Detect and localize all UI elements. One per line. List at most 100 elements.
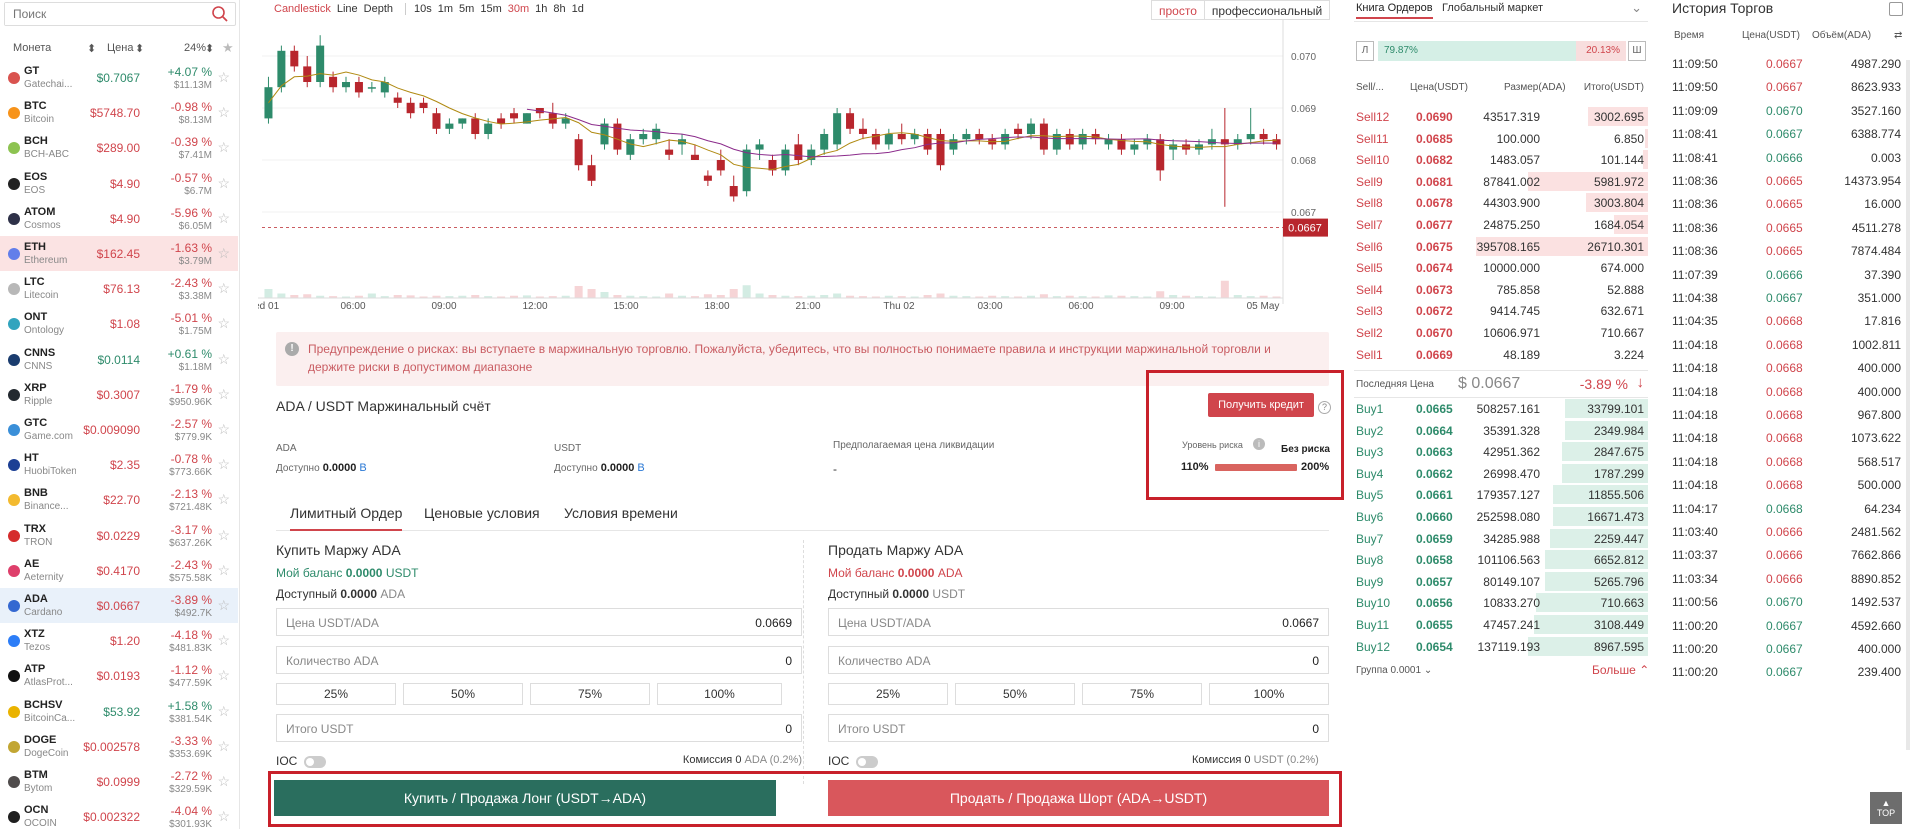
buy-pct-75[interactable]: 75%: [530, 683, 650, 705]
search-input[interactable]: [5, 3, 205, 25]
buy-row[interactable]: Buy8 0.0658 101106.563 6652.812: [1354, 549, 1648, 571]
sell-row[interactable]: Sell7 0.0677 24875.250 1684.054: [1354, 214, 1648, 236]
chart-tab[interactable]: 15m: [480, 3, 501, 15]
sell-row[interactable]: Sell6 0.0675 395708.165 26710.301: [1354, 236, 1648, 258]
info-icon[interactable]: i: [1253, 438, 1265, 450]
tab-global-market[interactable]: Глобальный маркет: [1442, 2, 1543, 14]
star-icon[interactable]: ☆: [217, 738, 230, 755]
star-icon[interactable]: ☆: [217, 562, 230, 579]
star-icon[interactable]: ☆: [217, 139, 230, 156]
chart-tab[interactable]: Line: [337, 3, 358, 15]
buy-row[interactable]: Buy1 0.0665 508257.161 33799.101: [1354, 398, 1648, 420]
market-row[interactable]: EOS EOS $4.90 -0.57 % $6.7M ☆: [0, 166, 238, 201]
star-icon[interactable]: ☆: [217, 421, 230, 438]
sell-pct-100[interactable]: 100%: [1209, 683, 1329, 705]
sell-ioc-toggle[interactable]: [856, 756, 878, 768]
star-icon[interactable]: ☆: [217, 175, 230, 192]
sell-qty-input[interactable]: Количество ADA 0: [828, 646, 1329, 674]
buy-row[interactable]: Buy12 0.0654 137119.193 8967.595: [1354, 636, 1648, 658]
sell-pct-50[interactable]: 50%: [955, 683, 1075, 705]
col-price-sort-icon[interactable]: ⬍: [135, 42, 144, 55]
chart-tab[interactable]: 8h: [553, 3, 565, 15]
buy-row[interactable]: Buy3 0.0663 42951.362 2847.675: [1354, 441, 1648, 463]
chart-tab[interactable]: 1m: [438, 3, 453, 15]
col-change[interactable]: 24%: [184, 42, 206, 54]
chart-tab[interactable]: 30m: [508, 3, 529, 15]
chart-tab[interactable]: Candlestick: [274, 3, 331, 15]
back-to-top-button[interactable]: ▲ TOP: [1870, 792, 1902, 824]
sell-total-input[interactable]: Итого USDT 0: [828, 714, 1329, 742]
market-row[interactable]: TRX TRON $0.0229 -3.17 % $637.26K ☆: [0, 518, 238, 553]
tab-orderbook[interactable]: Книга Ордеров: [1356, 2, 1433, 19]
star-icon[interactable]: ☆: [217, 456, 230, 473]
buy-row[interactable]: Buy5 0.0661 179357.127 11855.506: [1354, 484, 1648, 506]
price-chart[interactable]: 0.0700.0690.0680.067800k600k400k200k0Объ…: [258, 20, 1328, 320]
market-row[interactable]: BTM Bytom $0.0999 -2.72 % $329.59K ☆: [0, 764, 238, 799]
market-row[interactable]: ONT Ontology $1.08 -5.01 % $1.75M ☆: [0, 306, 238, 341]
sell-row[interactable]: Sell12 0.0690 43517.319 3002.695: [1354, 106, 1648, 128]
star-icon[interactable]: ☆: [217, 104, 230, 121]
buy-row[interactable]: Buy4 0.0662 26998.470 1787.299: [1354, 463, 1648, 485]
sell-row[interactable]: Sell8 0.0678 44303.900 3003.804: [1354, 192, 1648, 214]
buy-pct-100[interactable]: 100%: [657, 683, 782, 705]
market-row[interactable]: LTC Litecoin $76.13 -2.43 % $3.38M ☆: [0, 271, 238, 306]
market-row[interactable]: CNNS CNNS $0.0114 +0.61 % $1.18M ☆: [0, 342, 238, 377]
buy-row[interactable]: Buy9 0.0657 80149.107 5265.796: [1354, 571, 1648, 593]
buy-pct-50[interactable]: 50%: [403, 683, 523, 705]
star-icon[interactable]: ☆: [217, 69, 230, 86]
market-row[interactable]: GT Gatechai... $0.7067 +4.07 % $11.13M ☆: [0, 60, 238, 95]
sell-row[interactable]: Sell2 0.0670 10606.971 710.667: [1354, 322, 1648, 344]
sell-row[interactable]: Sell10 0.0682 1483.057 101.144: [1354, 149, 1648, 171]
more-link[interactable]: Больше ⌃: [1592, 663, 1649, 677]
sell-short-button[interactable]: Продать / Продажа Шорт (ADA→USDT): [828, 780, 1329, 816]
star-icon[interactable]: ☆: [217, 773, 230, 790]
sell-row[interactable]: Sell4 0.0673 785.858 52.888: [1354, 279, 1648, 301]
market-row[interactable]: ADA Cardano $0.0667 -3.89 % $492.7K ☆: [0, 588, 238, 623]
market-row[interactable]: BCH BCH-ABC $289.00 -0.39 % $7.41M ☆: [0, 130, 238, 165]
chart-tab[interactable]: 1d: [572, 3, 584, 15]
sell-pct-75[interactable]: 75%: [1082, 683, 1202, 705]
buy-pct-25[interactable]: 25%: [276, 683, 396, 705]
tab-time-conditions[interactable]: Условия времени: [564, 505, 678, 529]
tab-pro[interactable]: профессиональный: [1205, 1, 1329, 19]
buy-row[interactable]: Buy6 0.0660 252598.080 16671.473: [1354, 506, 1648, 528]
market-row[interactable]: DOGE DogeCoin $0.002578 -3.33 % $353.69K ☆: [0, 729, 238, 764]
market-row[interactable]: XTZ Tezos $1.20 -4.18 % $481.83K ☆: [0, 623, 238, 658]
filter-icon[interactable]: ⇄: [1894, 30, 1902, 41]
market-row[interactable]: ATP AtlasProt... $0.0193 -1.12 % $477.59K ☆: [0, 658, 238, 693]
market-row[interactable]: XRP Ripple $0.3007 -1.79 % $950.96K ☆: [0, 377, 238, 412]
buy-row[interactable]: Buy11 0.0655 47457.241 3108.449: [1354, 614, 1648, 636]
star-icon[interactable]: ☆: [217, 491, 230, 508]
market-row[interactable]: BNB Binance... $22.70 -2.13 % $721.48K ☆: [0, 482, 238, 517]
sell-row[interactable]: Sell9 0.0681 87841.002 5981.972: [1354, 171, 1648, 193]
sell-row[interactable]: Sell5 0.0674 10000.000 674.000: [1354, 257, 1648, 279]
star-icon[interactable]: ☆: [217, 386, 230, 403]
search-icon[interactable]: [211, 5, 229, 23]
market-row[interactable]: BCHSV BitcoinCa... $53.92 +1.58 % $381.54K ☆: [0, 694, 238, 729]
star-icon[interactable]: ☆: [217, 280, 230, 297]
tab-limit[interactable]: Лимитный Ордер: [290, 505, 403, 531]
tab-simple[interactable]: просто: [1152, 1, 1205, 19]
group-select[interactable]: Группа 0.0001 ⌄: [1356, 665, 1432, 676]
star-icon[interactable]: ☆: [217, 210, 230, 227]
chart-tab[interactable]: Depth: [364, 3, 393, 15]
market-row[interactable]: AE Aeternity $0.4170 -2.43 % $575.58K ☆: [0, 553, 238, 588]
get-credit-button[interactable]: Получить кредит: [1208, 393, 1314, 417]
col-coin-sort-icon[interactable]: ⬍: [87, 42, 96, 55]
star-icon[interactable]: ☆: [217, 808, 230, 825]
buy-row[interactable]: Buy2 0.0664 35391.328 2349.984: [1354, 420, 1648, 442]
sell-row[interactable]: Sell3 0.0672 9414.745 632.671: [1354, 300, 1648, 322]
tab-price-conditions[interactable]: Ценовые условия: [424, 505, 540, 529]
buy-total-input[interactable]: Итого USDT 0: [276, 714, 802, 742]
star-icon[interactable]: ☆: [217, 703, 230, 720]
star-icon[interactable]: ☆: [217, 667, 230, 684]
star-icon[interactable]: ☆: [217, 351, 230, 368]
star-icon[interactable]: ☆: [217, 527, 230, 544]
favorites-star-icon[interactable]: ★: [222, 40, 234, 56]
market-row[interactable]: ETH Ethereum $162.45 -1.63 % $3.79M ☆: [0, 236, 238, 271]
chart-tab[interactable]: 5m: [459, 3, 474, 15]
buy-long-button[interactable]: Купить / Продажа Лонг (USDT→ADA): [274, 780, 776, 816]
buy-row[interactable]: Buy7 0.0659 34285.988 2259.447: [1354, 528, 1648, 550]
chevron-down-icon[interactable]: ⌄: [1631, 0, 1642, 16]
star-icon[interactable]: ☆: [217, 597, 230, 614]
